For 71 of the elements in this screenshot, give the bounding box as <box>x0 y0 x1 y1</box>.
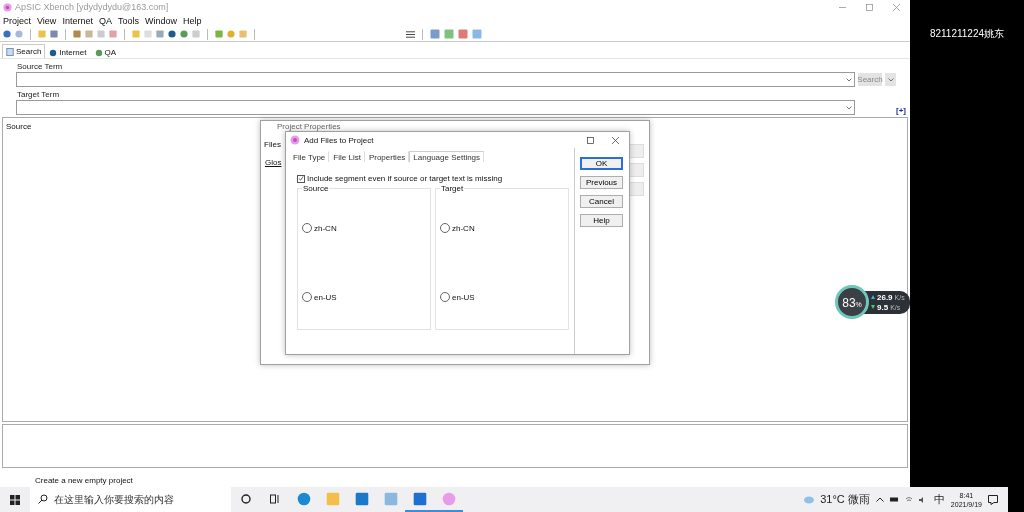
wifi-icon[interactable] <box>904 495 913 504</box>
dropdown-button[interactable] <box>885 73 896 86</box>
maximize-icon[interactable] <box>587 136 594 144</box>
task-view-icon[interactable] <box>269 493 280 504</box>
chevron-up-icon[interactable] <box>875 497 884 502</box>
dialog-tab[interactable]: Properties <box>364 151 410 162</box>
tab-icon <box>94 48 103 57</box>
dialog-tab[interactable]: Language Settings <box>409 151 485 162</box>
battery-icon[interactable] <box>889 497 899 502</box>
dialog-button[interactable]: Cancel <box>580 195 623 208</box>
restore-icon[interactable] <box>866 3 873 11</box>
dialog-button[interactable]: OK <box>580 157 623 170</box>
radio-label: zh-CN <box>452 223 475 233</box>
field-label: Source Term <box>17 62 64 71</box>
radio-label: zh-CN <box>314 223 337 233</box>
radio-button[interactable] <box>302 292 312 302</box>
group-label: Source <box>302 184 330 193</box>
column-header: Source <box>6 122 32 131</box>
dialog-button[interactable]: Help <box>580 214 623 227</box>
weather-text: 31°C 微雨 <box>820 492 870 507</box>
download-speed: 9.5 <box>877 302 889 312</box>
radio-button[interactable] <box>440 223 450 233</box>
menu-item[interactable]: View <box>37 15 57 26</box>
dialog-title: Add Files to Project <box>304 135 374 145</box>
source-term-field[interactable] <box>16 72 855 87</box>
dialog-tab[interactable]: File List <box>329 151 365 162</box>
radio-label: en-US <box>452 292 475 302</box>
window-title: ApSIC Xbench [ydydydydu@163.com] <box>15 2 169 12</box>
status-text: Create a new empty project <box>35 475 133 485</box>
arrow-up-icon <box>871 295 875 299</box>
chevron-down-icon[interactable] <box>846 105 852 110</box>
weather-icon <box>804 495 815 504</box>
menu-item[interactable]: Window <box>144 15 177 26</box>
flower-logo-icon <box>3 2 12 12</box>
group-label: Target <box>440 184 465 193</box>
tab-icon <box>49 48 58 57</box>
radio-button[interactable] <box>302 223 312 233</box>
search-tab[interactable]: Search <box>2 44 46 58</box>
input-method-indicator[interactable]: 中 <box>933 492 945 507</box>
gauge-value: 83 <box>842 296 856 310</box>
upload-speed: 26.9 <box>877 292 893 302</box>
radio-button[interactable] <box>440 292 450 302</box>
section-label: Glos <box>265 158 282 167</box>
menu-item[interactable]: Project <box>3 15 31 26</box>
menu-item[interactable]: Help <box>182 15 202 26</box>
files-tab[interactable]: Files <box>264 140 281 149</box>
menu-item[interactable]: QA <box>98 15 112 26</box>
notification-icon[interactable] <box>988 494 998 505</box>
field-label: Target Term <box>17 90 61 99</box>
chevron-down-icon[interactable] <box>887 77 894 82</box>
dialog-button[interactable]: Previous <box>580 176 623 189</box>
overlay-text: 8211211224姚东 <box>929 27 1005 39</box>
windows-logo-icon[interactable] <box>10 494 20 505</box>
chevron-down-icon[interactable] <box>846 77 852 82</box>
circle-icon[interactable] <box>240 493 251 504</box>
menu-item[interactable]: Tools <box>117 15 139 26</box>
list-icon[interactable] <box>406 29 415 39</box>
dialog-tab[interactable]: File Type <box>289 151 330 162</box>
close-icon[interactable] <box>612 136 619 144</box>
taskbar-search-field[interactable]: 在这里输入你要搜索的内容 <box>30 487 231 512</box>
target-term-field[interactable] <box>16 100 855 115</box>
checkbox-label: Include segment even if source or target text is missing <box>307 174 503 183</box>
checkbox[interactable] <box>297 174 305 183</box>
window-title: Project Properties <box>277 122 341 131</box>
arrow-down-icon <box>871 305 875 309</box>
expand-link[interactable]: [+] <box>896 106 906 115</box>
close-icon[interactable] <box>893 3 900 11</box>
flower-logo-icon <box>290 135 300 145</box>
tab-icon <box>6 47 14 56</box>
menu-item[interactable]: Internet <box>62 15 93 26</box>
radio-label: en-US <box>314 292 337 302</box>
